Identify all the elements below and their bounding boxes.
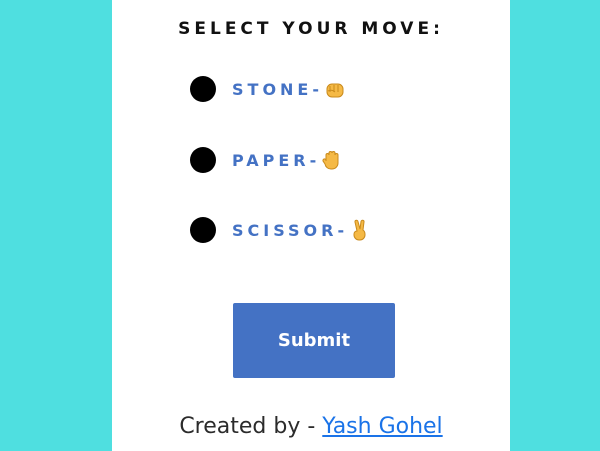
fist-emoji-icon [326,83,344,98]
option-stone[interactable]: STONE- [190,74,345,104]
submit-button[interactable]: Submit [233,303,395,378]
option-scissor[interactable]: SCISSOR- [190,215,370,245]
footer-prefix: Created by - [179,414,323,439]
footer-credit: Created by - Yash Gohel [112,414,510,439]
option-paper-label: PAPER- [232,150,321,170]
radio-scissor[interactable] [190,217,216,243]
option-scissor-label: SCISSOR- [232,220,349,240]
option-stone-label: STONE- [232,79,323,99]
option-paper[interactable]: PAPER- [190,145,342,175]
victory-hand-emoji-icon [353,219,366,241]
radio-stone[interactable] [190,76,216,102]
game-card: SELECT YOUR MOVE: STONE- PAPER- SCISSOR-… [112,0,510,451]
radio-paper[interactable] [190,147,216,173]
page-title: SELECT YOUR MOVE: [178,19,444,39]
author-link[interactable]: Yash Gohel [322,414,442,439]
raised-hand-emoji-icon [322,151,339,170]
